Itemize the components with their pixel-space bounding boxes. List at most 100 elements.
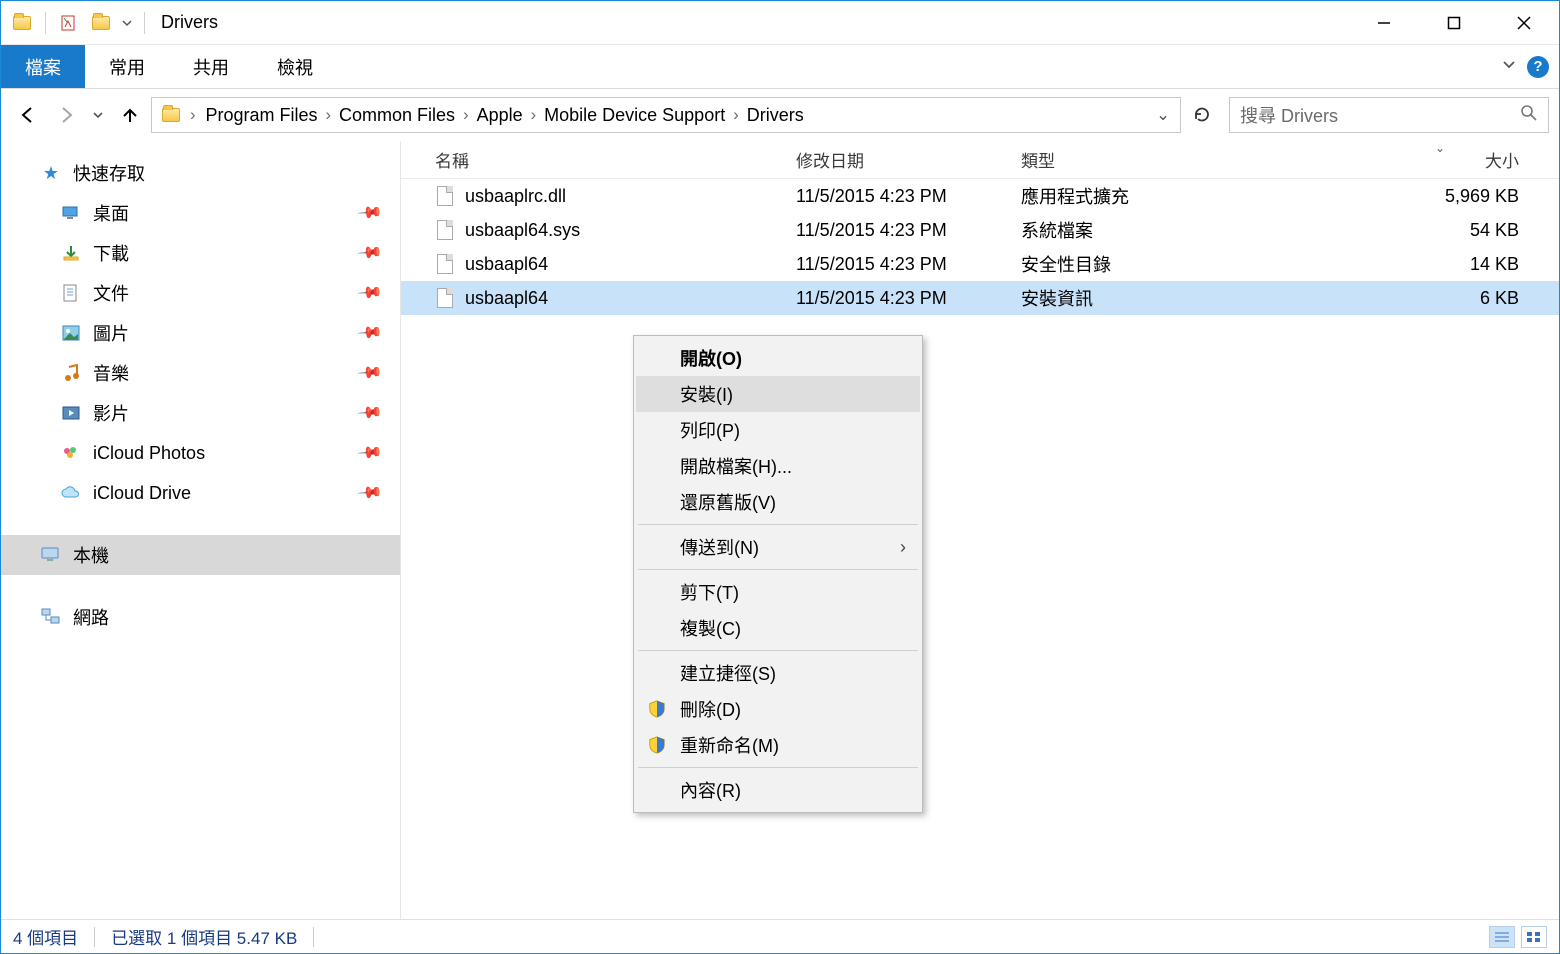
status-bar: 4 個項目 已選取 1 個項目 5.47 KB — [1, 919, 1559, 953]
context-menu-separator — [638, 569, 918, 570]
file-name: usbaapl64 — [465, 288, 548, 309]
qat-dropdown-icon[interactable] — [118, 8, 136, 38]
nav-recent-dropdown[interactable] — [87, 98, 109, 132]
breadcrumb-segment[interactable]: Mobile Device Support — [538, 105, 731, 126]
context-menu-item[interactable]: 安裝(I) — [636, 376, 920, 412]
context-menu-separator — [638, 767, 918, 768]
breadcrumb-segment[interactable]: Drivers — [741, 105, 810, 126]
status-item-count: 4 個項目 — [13, 924, 78, 949]
column-headers[interactable]: 名稱 修改日期 類型 ⌄ 大小 — [401, 141, 1559, 179]
context-menu-item[interactable]: 傳送到(N) › — [636, 529, 920, 565]
sidebar-item[interactable]: 桌面📌 — [1, 193, 400, 233]
file-name: usbaapl64.sys — [465, 220, 580, 241]
col-type[interactable]: 類型 — [1021, 147, 1321, 172]
sidebar-item[interactable]: iCloud Drive📌 — [1, 473, 400, 513]
pin-icon: 📌 — [356, 239, 384, 267]
ribbon-tab-1[interactable]: 共用 — [169, 45, 253, 88]
chevron-right-icon: › — [900, 537, 906, 558]
context-menu-separator — [638, 650, 918, 651]
context-menu-separator — [638, 524, 918, 525]
address-bar[interactable]: › Program Files›Common Files›Apple›Mobil… — [151, 97, 1181, 133]
file-name: usbaaplrc.dll — [465, 186, 566, 207]
context-menu-item[interactable]: 刪除(D) — [636, 691, 920, 727]
refresh-button[interactable] — [1185, 98, 1219, 132]
tb-sep — [45, 12, 46, 34]
file-row[interactable]: usbaaplrc.dll11/5/2015 4:23 PM應用程式擴充5,96… — [401, 179, 1559, 213]
help-icon[interactable]: ? — [1527, 56, 1549, 78]
ribbon-tab-2[interactable]: 檢視 — [253, 45, 337, 88]
ribbon-tab-0[interactable]: 常用 — [85, 45, 169, 88]
sidebar-item[interactable]: 影片📌 — [1, 393, 400, 433]
sidebar-item-label: 下載 — [93, 240, 129, 266]
qat-newfolder-icon[interactable] — [86, 8, 116, 38]
context-menu-label: 建立捷徑(S) — [680, 660, 776, 686]
sidebar-this-pc[interactable]: 本機 — [1, 535, 400, 575]
docs-icon — [61, 283, 81, 303]
search-box[interactable]: 搜尋 Drivers — [1229, 97, 1549, 133]
breadcrumb-segment[interactable]: Common Files — [333, 105, 461, 126]
close-button[interactable] — [1489, 1, 1559, 45]
context-menu-item[interactable]: 剪下(T) — [636, 574, 920, 610]
ribbon-file-tab[interactable]: 檔案 — [1, 45, 85, 88]
nav-up-button[interactable] — [113, 98, 147, 132]
context-menu-item[interactable]: 複製(C) — [636, 610, 920, 646]
qat-properties-icon[interactable] — [54, 8, 84, 38]
nav-back-button[interactable] — [11, 98, 45, 132]
uac-shield-icon — [646, 734, 668, 756]
context-menu-item[interactable]: 開啟(O) — [636, 340, 920, 376]
sidebar-item-label: iCloud Photos — [93, 443, 205, 464]
sidebar-item-label: 桌面 — [93, 200, 129, 226]
sidebar-item[interactable]: 音樂📌 — [1, 353, 400, 393]
breadcrumb-segment[interactable]: Program Files — [200, 105, 324, 126]
col-name[interactable]: 名稱 — [401, 147, 796, 172]
file-type: 安裝資訊 — [1021, 285, 1321, 311]
status-selection: 已選取 1 個項目 5.47 KB — [111, 924, 297, 949]
sidebar-item[interactable]: 文件📌 — [1, 273, 400, 313]
chevron-right-icon[interactable]: › — [461, 106, 471, 125]
status-sep2 — [313, 927, 314, 947]
sidebar-quick-access[interactable]: ★ 快速存取 — [1, 153, 400, 193]
context-menu-item[interactable]: 還原舊版(V) — [636, 484, 920, 520]
file-date: 11/5/2015 4:23 PM — [796, 288, 1021, 309]
context-menu-item[interactable]: 建立捷徑(S) — [636, 655, 920, 691]
view-details-button[interactable] — [1489, 926, 1515, 948]
context-menu[interactable]: 開啟(O) 安裝(I)列印(P)開啟檔案(H)...還原舊版(V) 傳送到(N) › 剪… — [633, 335, 923, 813]
context-menu-item[interactable]: 內容(R) — [636, 772, 920, 808]
context-menu-label: 重新命名(M) — [680, 732, 779, 758]
file-row[interactable]: usbaapl6411/5/2015 4:23 PM安全性目錄14 KB — [401, 247, 1559, 281]
sidebar-network[interactable]: 網路 — [1, 597, 400, 637]
col-date[interactable]: 修改日期 — [796, 147, 1021, 172]
app-folder-icon — [7, 8, 37, 38]
chevron-right-icon[interactable]: › — [731, 106, 741, 125]
sidebar-item-label: 音樂 — [93, 360, 129, 386]
pin-icon: 📌 — [356, 319, 384, 347]
sidebar: ★ 快速存取 桌面📌下載📌文件📌圖片📌音樂📌影片📌iCloud Photos📌i… — [1, 141, 401, 919]
sidebar-item[interactable]: 圖片📌 — [1, 313, 400, 353]
sidebar-item[interactable]: iCloud Photos📌 — [1, 433, 400, 473]
context-menu-label: 開啟(O) — [680, 345, 742, 371]
context-menu-item[interactable]: 重新命名(M) — [636, 727, 920, 763]
file-row[interactable]: usbaapl6411/5/2015 4:23 PM安裝資訊6 KB — [401, 281, 1559, 315]
file-row[interactable]: usbaapl64.sys11/5/2015 4:23 PM系統檔案54 KB — [401, 213, 1559, 247]
nav-forward-button[interactable] — [49, 98, 83, 132]
chevron-right-icon[interactable]: › — [324, 106, 334, 125]
maximize-button[interactable] — [1419, 1, 1489, 45]
address-root-icon[interactable] — [156, 98, 186, 132]
sidebar-item[interactable]: 下載 📌 — [1, 233, 400, 273]
context-menu-item[interactable]: 開啟檔案(H)... — [636, 448, 920, 484]
view-large-button[interactable] — [1521, 926, 1547, 948]
chevron-right-icon[interactable]: › — [529, 106, 539, 125]
window-title: Drivers — [161, 12, 218, 33]
titlebar: Drivers — [1, 1, 1559, 45]
context-menu-item[interactable]: 列印(P) — [636, 412, 920, 448]
address-dropdown-icon[interactable]: ⌄ — [1150, 105, 1176, 125]
file-date: 11/5/2015 4:23 PM — [796, 254, 1021, 275]
minimize-button[interactable] — [1349, 1, 1419, 45]
chevron-right-icon[interactable]: › — [188, 106, 198, 125]
breadcrumb-segment[interactable]: Apple — [471, 105, 529, 126]
search-icon — [1520, 104, 1538, 127]
star-icon: ★ — [41, 163, 61, 183]
col-size[interactable]: ⌄ 大小 — [1321, 147, 1559, 172]
context-menu-label: 傳送到(N) — [680, 534, 759, 560]
ribbon-collapse-icon[interactable] — [1501, 56, 1517, 77]
